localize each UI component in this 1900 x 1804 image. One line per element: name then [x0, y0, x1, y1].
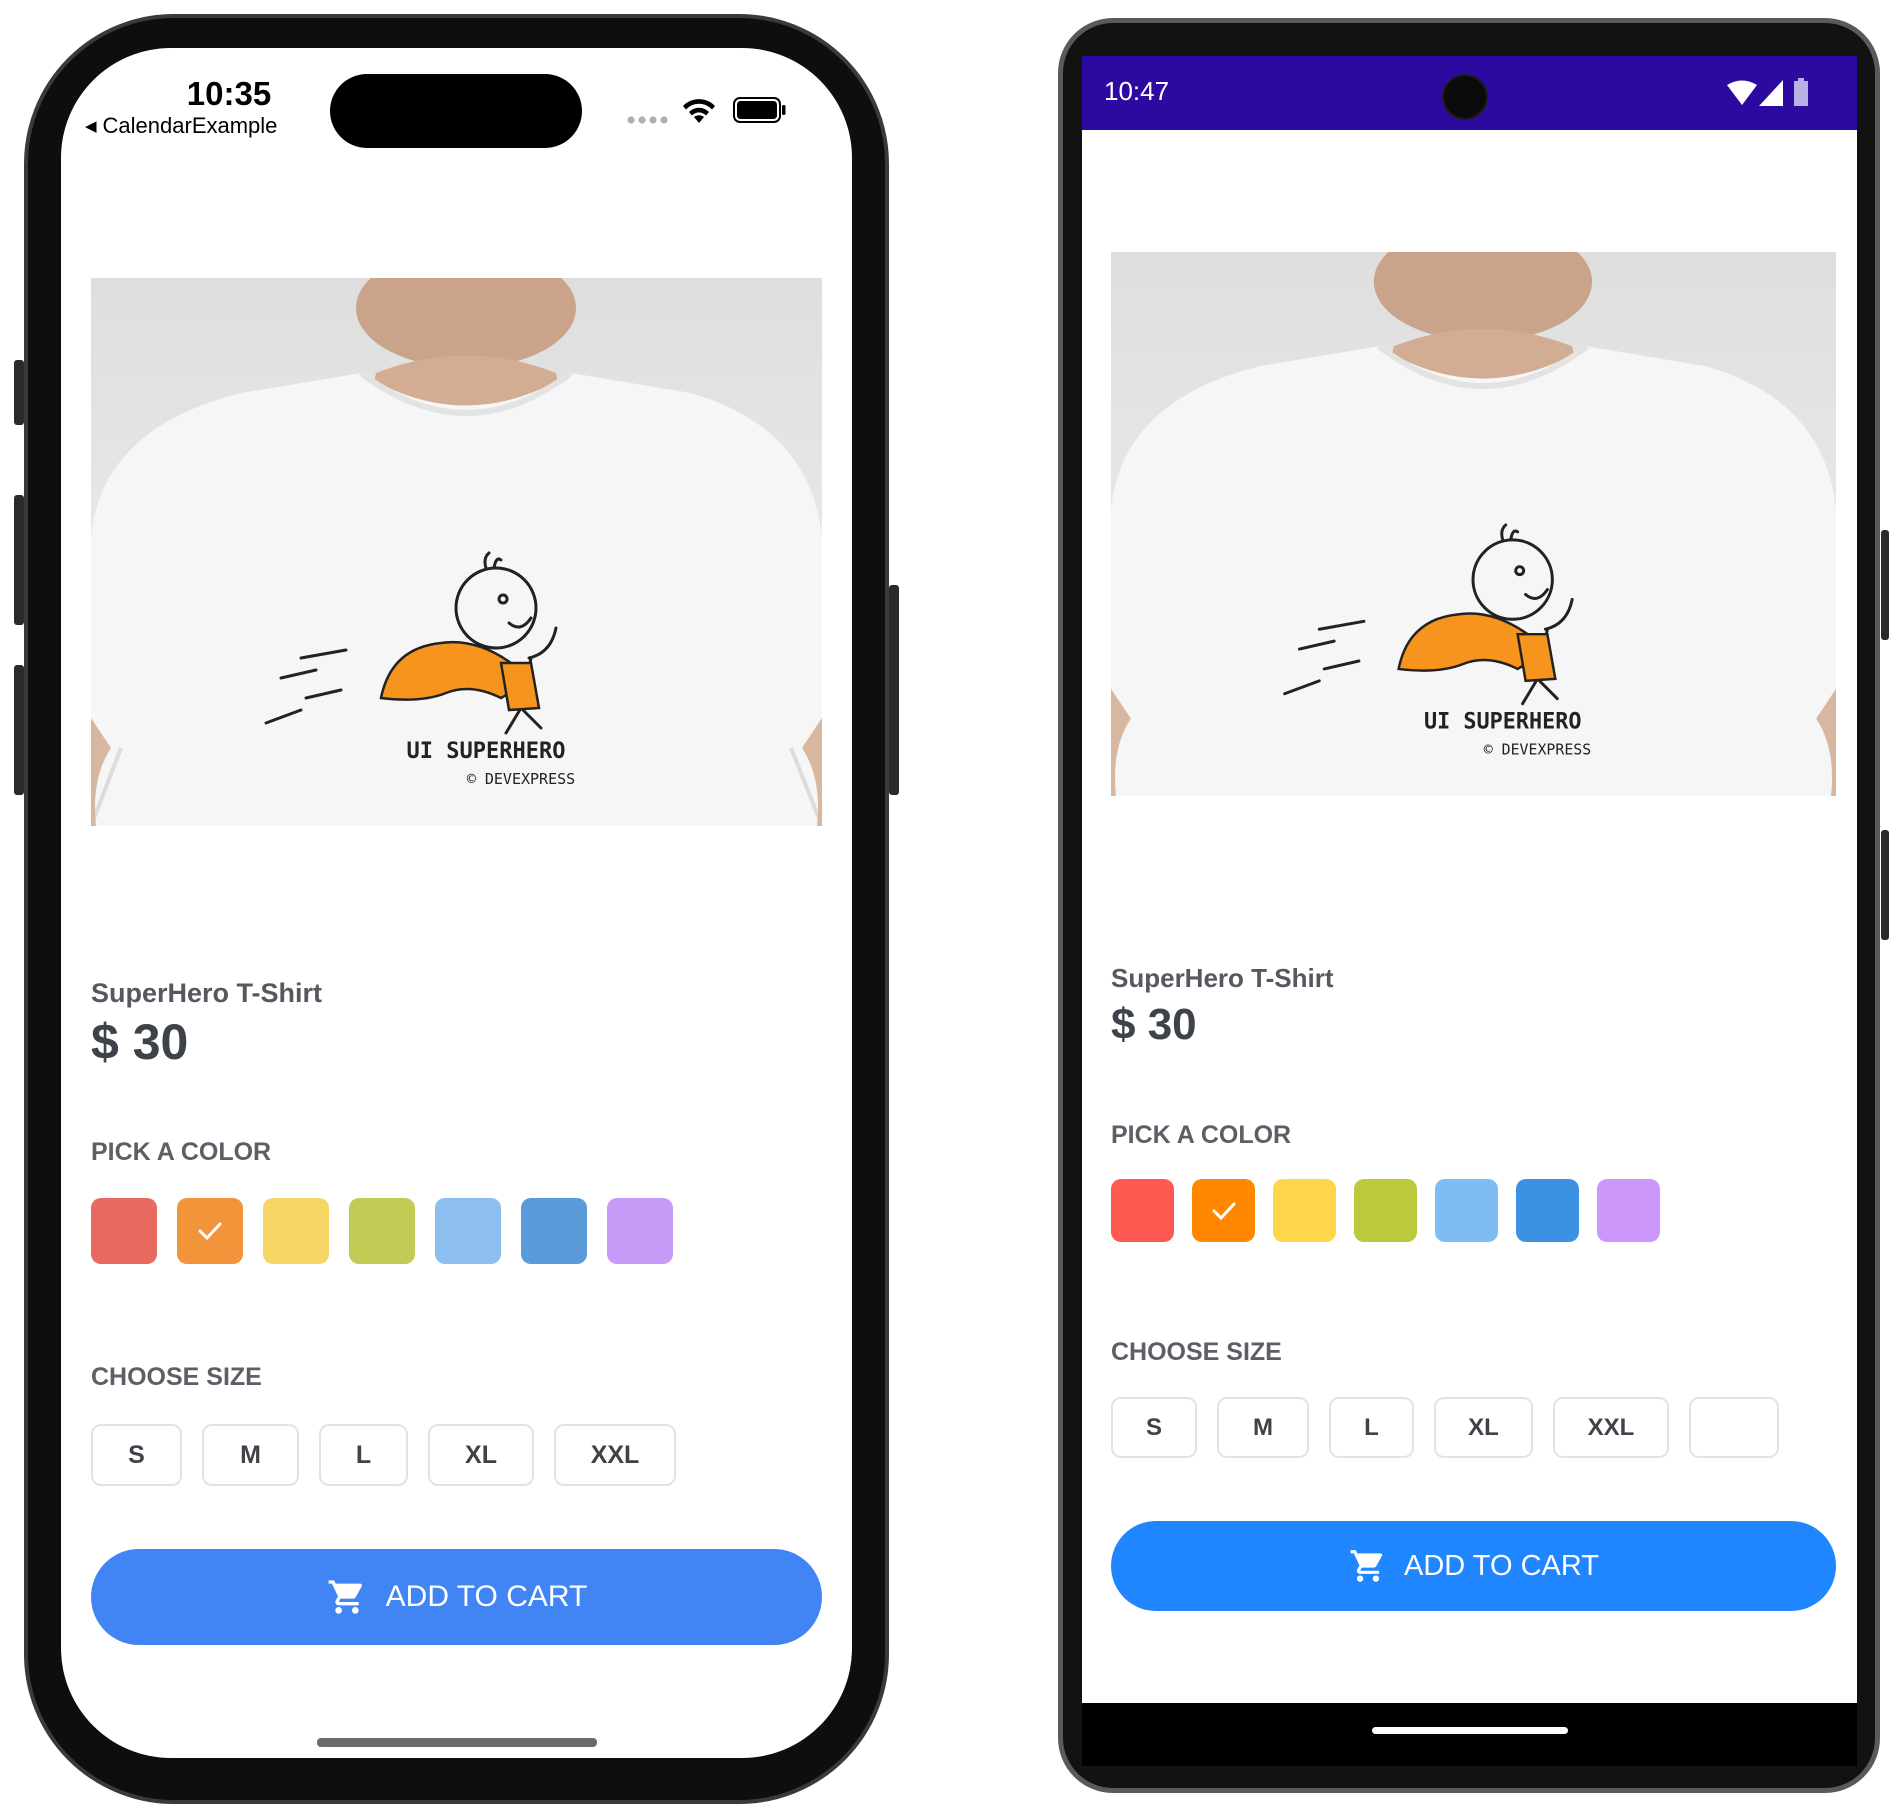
checkmark-icon [198, 1222, 222, 1241]
size-option-m[interactable]: M [202, 1424, 299, 1486]
add-to-cart-label: ADD TO CART [1404, 1549, 1599, 1582]
android-home-gesture-bar[interactable] [1372, 1727, 1568, 1734]
iphone-volume-down-button [14, 665, 24, 795]
signal-dots-icon [627, 116, 668, 124]
tshirt-photo: UI SUPERHERO © DEVEXPRESS [91, 278, 822, 826]
color-swatch[interactable] [177, 1198, 243, 1264]
tshirt-art-line2: © DEVEXPRESS [467, 770, 575, 788]
tshirt-art-line2: © DEVEXPRESS [1484, 740, 1591, 758]
product-price: $ 30 [91, 1014, 189, 1070]
product-name: SuperHero T-Shirt [91, 978, 323, 1008]
color-swatch[interactable] [1273, 1179, 1336, 1242]
size-option-l[interactable]: L [319, 1424, 408, 1486]
battery-icon [733, 97, 786, 123]
product-name: SuperHero T-Shirt [1111, 963, 1334, 993]
color-swatch[interactable] [263, 1198, 329, 1264]
color-swatch[interactable] [521, 1198, 587, 1264]
product-image: UI SUPERHERO © DEVEXPRESS [91, 278, 822, 826]
add-to-cart-button[interactable]: ADD TO CART [1111, 1521, 1836, 1611]
cart-icon [328, 1580, 362, 1614]
color-swatch[interactable] [1435, 1179, 1498, 1242]
size-option-partial[interactable] [1689, 1397, 1779, 1458]
ios-back-to-app[interactable]: ◀ CalendarExample [85, 113, 277, 139]
tshirt-art-line1: UI SUPERHERO [407, 739, 566, 764]
size-option-row: S M L XL XXL [1111, 1397, 1836, 1472]
color-swatch[interactable] [1354, 1179, 1417, 1242]
back-triangle-icon: ◀ [85, 118, 97, 135]
pick-color-label: PICK A COLOR [91, 1138, 272, 1166]
android-status-time: 10:47 [1104, 76, 1170, 106]
product-image: UI SUPERHERO © DEVEXPRESS [1111, 252, 1836, 796]
wifi-icon [1727, 80, 1757, 105]
product-price: $ 30 [1111, 1000, 1197, 1049]
size-option-m[interactable]: M [1217, 1397, 1309, 1458]
ios-home-indicator[interactable] [317, 1738, 597, 1747]
color-swatch[interactable] [1192, 1179, 1255, 1242]
ios-status-time: 10:35 [186, 75, 272, 112]
add-to-cart-label: ADD TO CART [385, 1580, 588, 1613]
wifi-icon [683, 99, 715, 123]
choose-size-label: CHOOSE SIZE [91, 1363, 262, 1391]
color-swatch[interactable] [607, 1198, 673, 1264]
iphone-silent-switch [14, 360, 24, 425]
android-power-button [1881, 830, 1889, 940]
size-option-xxl[interactable]: XXL [1553, 1397, 1669, 1458]
color-swatch[interactable] [349, 1198, 415, 1264]
color-swatch[interactable] [1111, 1179, 1174, 1242]
color-swatch[interactable] [1516, 1179, 1579, 1242]
color-swatch[interactable] [435, 1198, 501, 1264]
cell-signal-icon [1759, 80, 1783, 106]
pick-color-label: PICK A COLOR [1111, 1121, 1292, 1149]
iphone-screen: 10:35 ◀ CalendarExample UI SUPERHERO © D… [61, 48, 852, 1758]
android-screen: 10:47 UI SUPERHERO © DEVEXPRESS SuperHer… [1082, 56, 1857, 1703]
android-navigation-bar [1082, 1703, 1857, 1766]
tshirt-photo: UI SUPERHERO © DEVEXPRESS [1111, 252, 1836, 796]
size-option-xl[interactable]: XL [428, 1424, 534, 1486]
dynamic-island [330, 74, 582, 148]
cart-icon [1350, 1550, 1383, 1582]
color-swatch[interactable] [91, 1198, 157, 1264]
size-option-xxl[interactable]: XXL [554, 1424, 676, 1486]
choose-size-label: CHOOSE SIZE [1111, 1338, 1282, 1366]
iphone-volume-up-button [14, 495, 24, 625]
color-swatch[interactable] [1597, 1179, 1660, 1242]
add-to-cart-button[interactable]: ADD TO CART [91, 1549, 822, 1645]
size-option-s[interactable]: S [1111, 1397, 1197, 1458]
android-volume-button [1881, 530, 1889, 640]
android-status-bar: 10:47 [1082, 56, 1857, 130]
iphone-power-button [889, 585, 899, 795]
size-option-s[interactable]: S [91, 1424, 182, 1486]
battery-icon [1794, 78, 1808, 106]
size-option-l[interactable]: L [1329, 1397, 1414, 1458]
front-camera [1442, 74, 1488, 120]
tshirt-art-line1: UI SUPERHERO [1424, 709, 1582, 734]
ios-back-label: CalendarExample [102, 113, 278, 138]
checkmark-icon [1212, 1202, 1235, 1220]
size-option-xl[interactable]: XL [1434, 1397, 1533, 1458]
